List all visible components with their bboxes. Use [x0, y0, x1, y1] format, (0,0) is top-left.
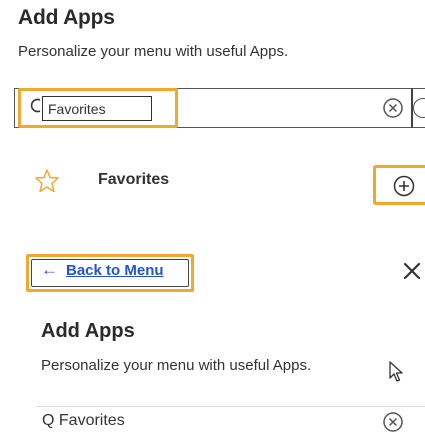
- favorites-label: Favorites: [98, 171, 170, 188]
- circle-x-icon[interactable]: [382, 411, 404, 433]
- search-input[interactable]: [42, 96, 152, 121]
- circle-x-icon[interactable]: [382, 97, 404, 119]
- close-icon[interactable]: [403, 262, 421, 280]
- page-subtitle: Personalize your menu with useful Apps.: [18, 43, 289, 60]
- arrow-left-icon: ←: [41, 260, 58, 279]
- panel-search-input[interactable]: Q Favorites: [42, 412, 125, 430]
- circle-plus-icon[interactable]: [392, 174, 416, 198]
- panel-title: Add Apps: [41, 320, 135, 342]
- panel-subtitle: Personalize your menu with useful Apps.: [41, 357, 312, 374]
- back-to-menu-link[interactable]: Back to Menu: [66, 262, 164, 279]
- mouse-pointer-icon: [389, 361, 403, 382]
- star-outline-icon: [35, 169, 59, 193]
- page-title: Add Apps: [18, 6, 115, 29]
